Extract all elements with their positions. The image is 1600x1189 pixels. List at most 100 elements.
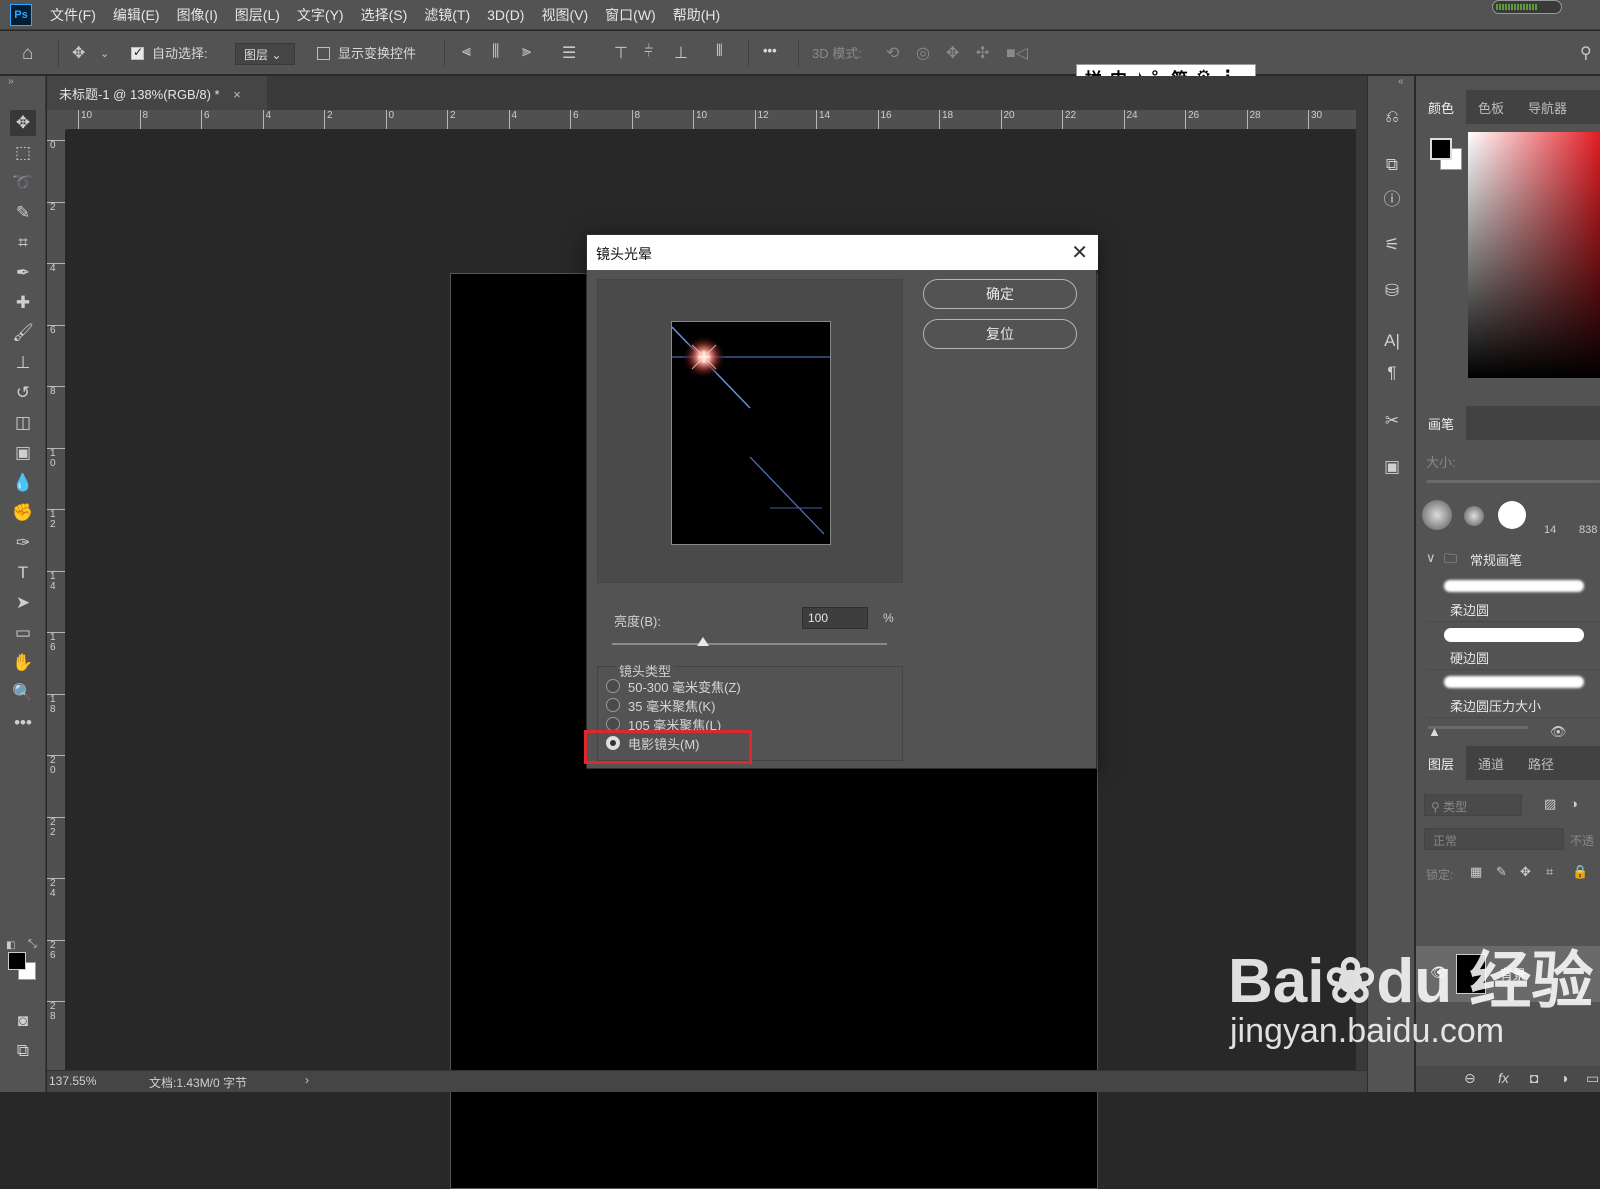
menu-view[interactable]: 视图(V)	[541, 5, 588, 25]
menu-help[interactable]: 帮助(H)	[673, 5, 720, 25]
quick-select-icon[interactable]: ✎	[10, 200, 36, 226]
brush-item[interactable]: 柔边圆压力大小	[1426, 670, 1600, 718]
menu-filter[interactable]: 滤镜(T)	[424, 5, 470, 25]
align-top-icon[interactable]: ⊤	[614, 43, 628, 63]
vertical-ruler[interactable]: 0 2 4 6 8 1 0 1 2 1 4 1 6 1 8 2 0 2 2 2 4 2 6 2 8	[47, 130, 66, 1070]
tab-brushes[interactable]: 画笔	[1416, 406, 1467, 440]
brush-icon[interactable]: 🖌	[10, 320, 36, 346]
brush-tip-soft-large[interactable]	[1422, 500, 1452, 530]
type-icon[interactable]: T	[10, 560, 36, 586]
dialog-titlebar[interactable]: 镜头光晕 ✕	[587, 235, 1098, 270]
info-icon[interactable]: ⓘ	[1378, 184, 1406, 210]
align-center-icon[interactable]: ⫼	[492, 43, 499, 61]
pen-icon[interactable]: ✑	[10, 530, 36, 556]
reset-button[interactable]: 复位	[923, 319, 1077, 349]
close-tab-icon[interactable]: ×	[233, 87, 241, 102]
tab-color[interactable]: 颜色	[1416, 90, 1467, 124]
tab-channels[interactable]: 通道	[1466, 746, 1516, 780]
brush-item[interactable]: 硬边圆	[1426, 622, 1600, 670]
character-icon[interactable]: A|	[1378, 328, 1406, 354]
3d-icon[interactable]: ⧉	[1378, 152, 1406, 178]
clone-source-icon[interactable]: ⛁	[1378, 278, 1406, 304]
menu-image[interactable]: 图像(I)	[177, 5, 218, 25]
align-right-icon[interactable]: ⫸	[522, 43, 531, 61]
libraries-icon[interactable]: ▣	[1378, 454, 1406, 480]
menu-window[interactable]: 窗口(W)	[605, 5, 656, 25]
brush-size-slider[interactable]	[1426, 480, 1600, 483]
move-icon[interactable]: ✥	[10, 110, 36, 136]
crop-icon[interactable]: ⌗	[10, 230, 36, 256]
collapse-icon[interactable]: »	[8, 76, 14, 87]
3d-slide-icon[interactable]: ✣	[976, 43, 989, 63]
add-mask-icon[interactable]: ◘	[1530, 1070, 1538, 1086]
foreground-color-swatch[interactable]	[8, 952, 26, 970]
eyedropper-icon[interactable]: ✒	[10, 260, 36, 286]
screen-mode-icon[interactable]: ⧉	[10, 1038, 36, 1064]
radio-button[interactable]	[606, 698, 620, 712]
hand-icon[interactable]: ✋	[10, 650, 36, 676]
align-bottom-icon[interactable]: ⊥	[674, 43, 688, 63]
lens-option-35mm[interactable]: 35 毫米聚焦(K)	[606, 696, 715, 714]
adjustment-layer-icon[interactable]: ◑	[1560, 1070, 1568, 1086]
lock-pixels-icon[interactable]: ▦	[1470, 864, 1482, 880]
blur-icon[interactable]: 💧	[10, 470, 36, 496]
layer-filter[interactable]: ⚲ 类型	[1424, 794, 1522, 816]
path-select-icon[interactable]: ➤	[10, 590, 36, 616]
distribute-vertical-icon[interactable]: ⫴	[716, 43, 723, 61]
lens-option-zoom[interactable]: 50-300 毫米变焦(Z)	[606, 677, 741, 695]
distribute-icon[interactable]: ☰	[562, 43, 576, 63]
rectangle-icon[interactable]: ▭	[10, 620, 36, 646]
home-icon[interactable]: ⌂	[22, 43, 33, 65]
chevron-down-icon[interactable]: ∨	[1426, 550, 1436, 566]
menu-select[interactable]: 选择(S)	[361, 5, 408, 25]
lock-artboard-icon[interactable]: ⌗	[1546, 864, 1553, 880]
color-panel-foreground-swatch[interactable]	[1430, 138, 1452, 160]
brush-settings-icon[interactable]: ⚟	[1378, 232, 1406, 258]
menu-edit[interactable]: 编辑(E)	[113, 5, 160, 25]
more-options-button[interactable]: •••	[763, 43, 777, 58]
brush-item[interactable]: 柔边圆	[1426, 574, 1600, 622]
more-tools-icon[interactable]: •••	[10, 710, 36, 736]
brush-tip-soft-small[interactable]	[1464, 506, 1484, 526]
lock-paint-icon[interactable]: ✎	[1496, 864, 1507, 880]
horizontal-ruler[interactable]: 10 8 6 4 2 0 2 4 6 8 10 12 14 16 18 20 22 24 26 28 30	[66, 110, 1356, 130]
fx-icon[interactable]: fx	[1498, 1070, 1509, 1086]
close-icon[interactable]: ✕	[1071, 240, 1088, 265]
menu-type[interactable]: 文字(Y)	[297, 5, 344, 25]
visibility-toggle-icon[interactable]: 👁	[1550, 724, 1567, 740]
zoom-icon[interactable]: 🔍	[10, 680, 36, 706]
tab-layers[interactable]: 图层	[1416, 746, 1467, 780]
healing-brush-icon[interactable]: ✚	[10, 290, 36, 316]
dodge-icon[interactable]: ✊	[10, 500, 36, 526]
brightness-slider-thumb[interactable]	[696, 637, 709, 646]
move-tool-preset-icon[interactable]: ✥	[72, 43, 85, 63]
clone-stamp-icon[interactable]: ⊥	[10, 350, 36, 376]
menu-3d[interactable]: 3D(D)	[487, 7, 524, 23]
history-icon[interactable]: ⎌	[1378, 104, 1406, 130]
search-icon[interactable]: ⚲	[1580, 43, 1592, 63]
auto-select-checkbox[interactable]	[131, 45, 144, 60]
brush-group-name[interactable]: 常规画笔	[1470, 550, 1522, 569]
adjustment-filter-icon[interactable]: ◑	[1570, 796, 1578, 811]
3d-scale-icon[interactable]: ■◁	[1006, 43, 1028, 63]
3d-pan-icon[interactable]: ✥	[946, 43, 959, 63]
history-brush-icon[interactable]: ↺	[10, 380, 36, 406]
tab-navigator[interactable]: 导航器	[1516, 90, 1579, 124]
radio-button[interactable]	[606, 717, 620, 731]
align-left-icon[interactable]: ⫷	[462, 43, 471, 61]
brightness-slider[interactable]	[612, 643, 887, 645]
status-menu-arrow[interactable]: ›	[305, 1073, 309, 1087]
chevron-down-icon[interactable]: ⌄	[100, 47, 109, 60]
brush-preview-slider[interactable]	[1428, 726, 1528, 729]
document-tab[interactable]: 未标题-1 @ 138%(RGB/8) * ×	[47, 76, 267, 110]
tab-swatches[interactable]: 色板	[1466, 90, 1516, 124]
3d-roll-icon[interactable]: ◎	[916, 43, 930, 63]
gradient-icon[interactable]: ▣	[10, 440, 36, 466]
lasso-icon[interactable]: ➰	[10, 170, 36, 196]
quick-mask-icon[interactable]: ◙	[10, 1008, 36, 1034]
eraser-icon[interactable]: ◫	[10, 410, 36, 436]
ruler-origin[interactable]	[47, 110, 66, 130]
swap-colors-icon[interactable]: ⤡	[28, 938, 37, 951]
color-picker-field[interactable]	[1468, 132, 1600, 378]
image-filter-icon[interactable]: ▨	[1544, 796, 1556, 812]
